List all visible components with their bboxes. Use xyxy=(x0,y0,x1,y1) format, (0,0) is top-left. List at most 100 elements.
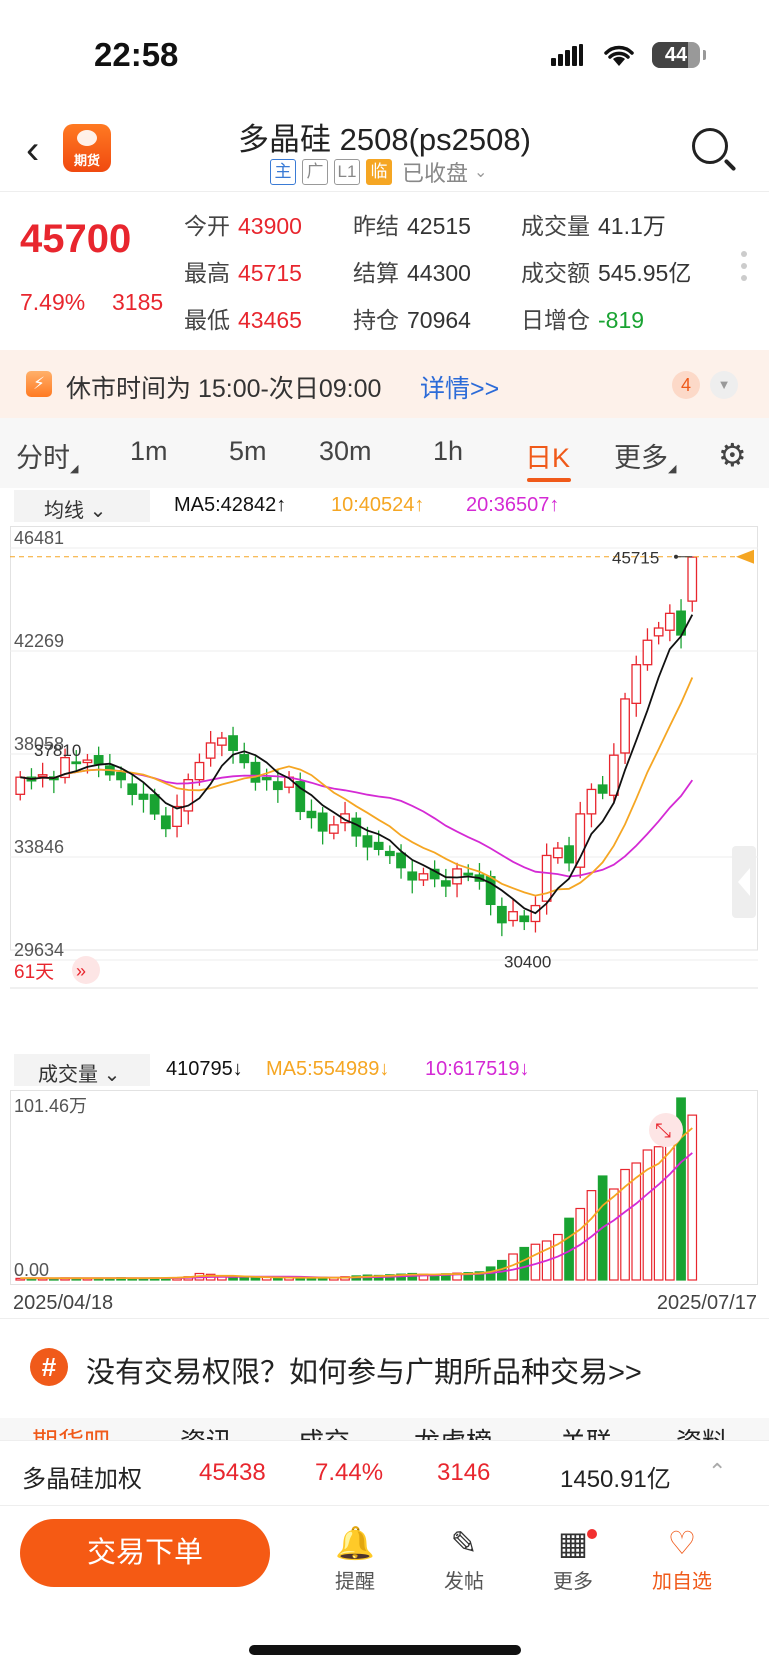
candle-body xyxy=(93,755,104,765)
more-fields-handle[interactable] xyxy=(741,251,749,287)
search-icon[interactable] xyxy=(692,128,728,164)
kline-chart[interactable]: 46481 42269 38058 33846 29634 45715 30400 37810… xyxy=(10,526,758,1010)
add-watchlist-button[interactable]: ♡ 加自选 xyxy=(642,1521,722,1594)
tab-intraday[interactable]: 分时◢ xyxy=(16,436,78,475)
ma5-line xyxy=(20,614,694,915)
y-tick-label: 33846 xyxy=(14,837,64,857)
candle-body xyxy=(306,810,317,819)
y-tick-label: 46481 xyxy=(14,528,64,548)
candle-body xyxy=(552,847,563,859)
expand-arrows-icon: ⤡ xyxy=(655,1120,671,1142)
candle-body xyxy=(205,742,216,759)
weighted-name: 多晶硅加权 xyxy=(22,1466,142,1493)
high-label: 45715 xyxy=(612,549,659,568)
home-indicator xyxy=(249,1645,521,1655)
candle-body xyxy=(228,735,238,751)
tab-news[interactable]: 资讯 xyxy=(180,1422,232,1440)
candle-body xyxy=(138,793,149,800)
hash-icon: # xyxy=(30,1348,68,1386)
trading-permission-promo[interactable]: # 没有交易权限？如何参与广期所品种交易>> xyxy=(0,1318,769,1418)
chevron-up-icon[interactable]: ⌃ xyxy=(708,1459,726,1485)
candle-body xyxy=(407,871,418,881)
candle-body xyxy=(373,841,384,850)
notice-detail-link[interactable]: 详情>> xyxy=(420,369,499,405)
candle-body xyxy=(71,761,82,765)
ma20-value: 20:36507↑ xyxy=(466,494,560,516)
more-button[interactable]: ▦ 更多 xyxy=(533,1521,613,1594)
tab-forum[interactable]: 期货吧 xyxy=(32,1422,110,1440)
promo-text: 没有交易权限？如何参与广期所品种交易>> xyxy=(86,1357,642,1389)
post-button[interactable]: ✎ 发帖 xyxy=(424,1521,504,1594)
quote-field-open: 今开 43900 xyxy=(184,213,302,239)
candle-body xyxy=(687,556,698,602)
weighted-amount: 1450.91亿 xyxy=(560,1466,671,1493)
chevron-down-icon[interactable]: ▼ xyxy=(710,371,738,399)
page-title: 多晶硅 2508(ps2508) xyxy=(238,122,531,157)
content-tabs-peek: 期货吧 资讯 成交 龙虎榜 关联 资料 xyxy=(0,1418,769,1440)
volume-bar xyxy=(250,1277,261,1281)
quote-field-high: 最高 45715 xyxy=(184,260,302,286)
volume-bar xyxy=(530,1243,541,1281)
contract-tags[interactable]: 主 广 L1 临 已收盘 ⌄ xyxy=(270,156,487,188)
candle-body xyxy=(127,783,138,795)
tab-30m[interactable]: 30m xyxy=(319,436,372,467)
candle-body xyxy=(463,872,474,876)
quote-panel: 45700 7.49% 3185 今开 43900 昨结 42515 成交量 41.1… xyxy=(0,193,769,348)
indicator-selector[interactable]: 均线 ⌄ xyxy=(14,490,150,522)
weighted-index-bar[interactable]: 多晶硅加权 45438 7.44% 3146 1450.91亿 ⌃ xyxy=(0,1440,769,1506)
volume-legend-row: 成交量 ⌄ 410795↓ MA5:554989↓ 10:617519↓ xyxy=(0,1054,769,1088)
volume-value: 410795↓ xyxy=(166,1058,243,1080)
candle-body xyxy=(216,737,227,746)
gear-icon[interactable]: ⚙ xyxy=(718,436,747,474)
tab-related[interactable]: 关联 xyxy=(560,1422,612,1440)
bottom-action-bar: 交易下单 🔔 提醒 ✎ 发帖 ▦ 更多 ♡ 加自选 xyxy=(0,1507,769,1665)
volume-indicator-selector[interactable]: 成交量 ⌄ xyxy=(14,1054,150,1086)
battery-level: 44 xyxy=(664,44,688,66)
candle-body xyxy=(418,873,429,881)
volume-bar xyxy=(519,1246,530,1281)
candle-body xyxy=(362,835,373,848)
tab-1h[interactable]: 1h xyxy=(433,436,463,467)
high-dot xyxy=(674,554,678,559)
candle-body xyxy=(82,759,93,764)
bell-icon: 🔔 xyxy=(335,1525,375,1561)
ma5-value: MA5:42842↑ xyxy=(174,494,287,516)
left-marker-label: 37810 xyxy=(34,741,81,760)
price-marker-icon xyxy=(736,549,754,564)
tab-5m[interactable]: 5m xyxy=(229,436,267,467)
volume-chart[interactable]: 101.46万 0.00 ⤡ xyxy=(10,1090,758,1285)
date-start: 2025/04/18 xyxy=(13,1292,114,1314)
place-order-button[interactable]: 交易下单 xyxy=(20,1519,270,1587)
weighted-change: 3146 xyxy=(437,1459,491,1486)
active-tab-indicator xyxy=(527,478,571,482)
ma10-value: 10:40524↑ xyxy=(331,494,425,516)
volume-bar xyxy=(586,1190,597,1281)
alert-button[interactable]: 🔔 提醒 xyxy=(315,1521,395,1594)
quote-field-open-interest: 持仓 70964 xyxy=(353,307,471,333)
period-label: 61天 xyxy=(14,962,54,983)
tab-ranking[interactable]: 龙虎榜 xyxy=(414,1422,492,1440)
quote-field-prev-settle: 昨结 42515 xyxy=(353,213,471,239)
chevron-down-icon: ⌄ xyxy=(474,164,488,181)
market-notice[interactable]: ⚡ 休市时间为 15:00-次日09:00 详情>> 4 ▼ xyxy=(0,350,769,418)
weighted-price: 45438 xyxy=(199,1459,266,1486)
y-tick-label: 42269 xyxy=(14,631,64,651)
tab-trades[interactable]: 成交 xyxy=(298,1422,350,1440)
tag-near: 临 xyxy=(366,159,392,185)
volume-max-label: 101.46万 xyxy=(14,1096,87,1116)
tab-more[interactable]: 更多◢ xyxy=(614,436,676,475)
tag-level1: L1 xyxy=(334,159,360,185)
tab-daily-k[interactable]: 日K xyxy=(525,436,570,475)
tab-profile[interactable]: 资料 xyxy=(676,1422,728,1440)
heart-icon: ♡ xyxy=(667,1525,697,1561)
candle-body xyxy=(642,639,653,666)
period-tabs: 分时◢ 1m 5m 30m 1h 日K 更多◢ ⚙ xyxy=(0,418,769,488)
double-chevron-icon: » xyxy=(76,961,86,981)
quote-field-oi-change: 日增仓 -819 xyxy=(521,307,645,333)
tag-guangzhou: 广 xyxy=(302,159,328,185)
candle-body xyxy=(519,915,530,923)
tab-1m[interactable]: 1m xyxy=(130,436,168,467)
candle-body xyxy=(653,627,664,637)
weighted-pct: 7.44% xyxy=(315,1459,384,1486)
candle-body xyxy=(440,880,451,887)
